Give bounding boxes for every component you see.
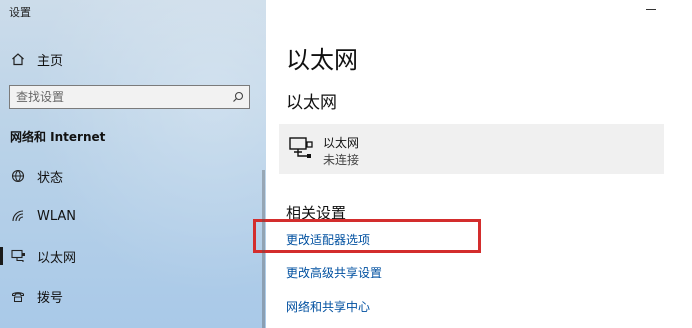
search-box[interactable] (9, 85, 250, 109)
home-label: 主页 (37, 53, 64, 69)
home-nav-item[interactable]: 主页 (10, 47, 250, 71)
sidebar-item-dialup[interactable]: 拨号 (10, 284, 250, 308)
related-settings-heading: 相关设置 (286, 204, 347, 222)
sidebar-item-label: WLAN (37, 208, 77, 224)
dialup-icon (10, 288, 26, 304)
advanced-sharing-settings-link[interactable]: 更改高级共享设置 (286, 264, 382, 281)
home-icon (10, 51, 26, 67)
sidebar-item-wlan[interactable]: WLAN (10, 204, 250, 228)
ethernet-icon (10, 248, 26, 264)
selected-indicator (0, 247, 3, 265)
network-computer-icon (288, 135, 314, 165)
connection-status: 未连接 (323, 153, 360, 167)
minimize-button[interactable] (646, 9, 656, 10)
sidebar-item-label: 拨号 (37, 290, 64, 306)
globe-status-icon (10, 168, 26, 184)
search-input[interactable] (10, 86, 227, 108)
sidebar-item-label: 以太网 (37, 250, 77, 266)
section-title: 以太网 (286, 93, 337, 113)
ethernet-connection-card[interactable]: 以太网 未连接 (279, 124, 664, 174)
network-sharing-center-link[interactable]: 网络和共享中心 (286, 298, 370, 315)
sidebar-scrollbar[interactable] (262, 170, 265, 328)
sidebar-item-label: 状态 (37, 170, 64, 186)
window-title: 设置 (9, 6, 31, 19)
section-heading: 网络和 Internet (10, 130, 106, 144)
wifi-icon (10, 208, 26, 224)
change-adapter-options-link[interactable]: 更改适配器选项 (286, 231, 370, 248)
page-title: 以太网 (286, 46, 358, 74)
connection-name: 以太网 (323, 136, 360, 150)
sidebar-item-status[interactable]: 状态 (10, 164, 250, 188)
sidebar-item-ethernet[interactable]: 以太网 (10, 244, 250, 268)
search-icon[interactable] (227, 91, 249, 103)
sidebar: 设置 主页 网络和 Internet 状态 WLAN 以太网 (0, 0, 266, 328)
